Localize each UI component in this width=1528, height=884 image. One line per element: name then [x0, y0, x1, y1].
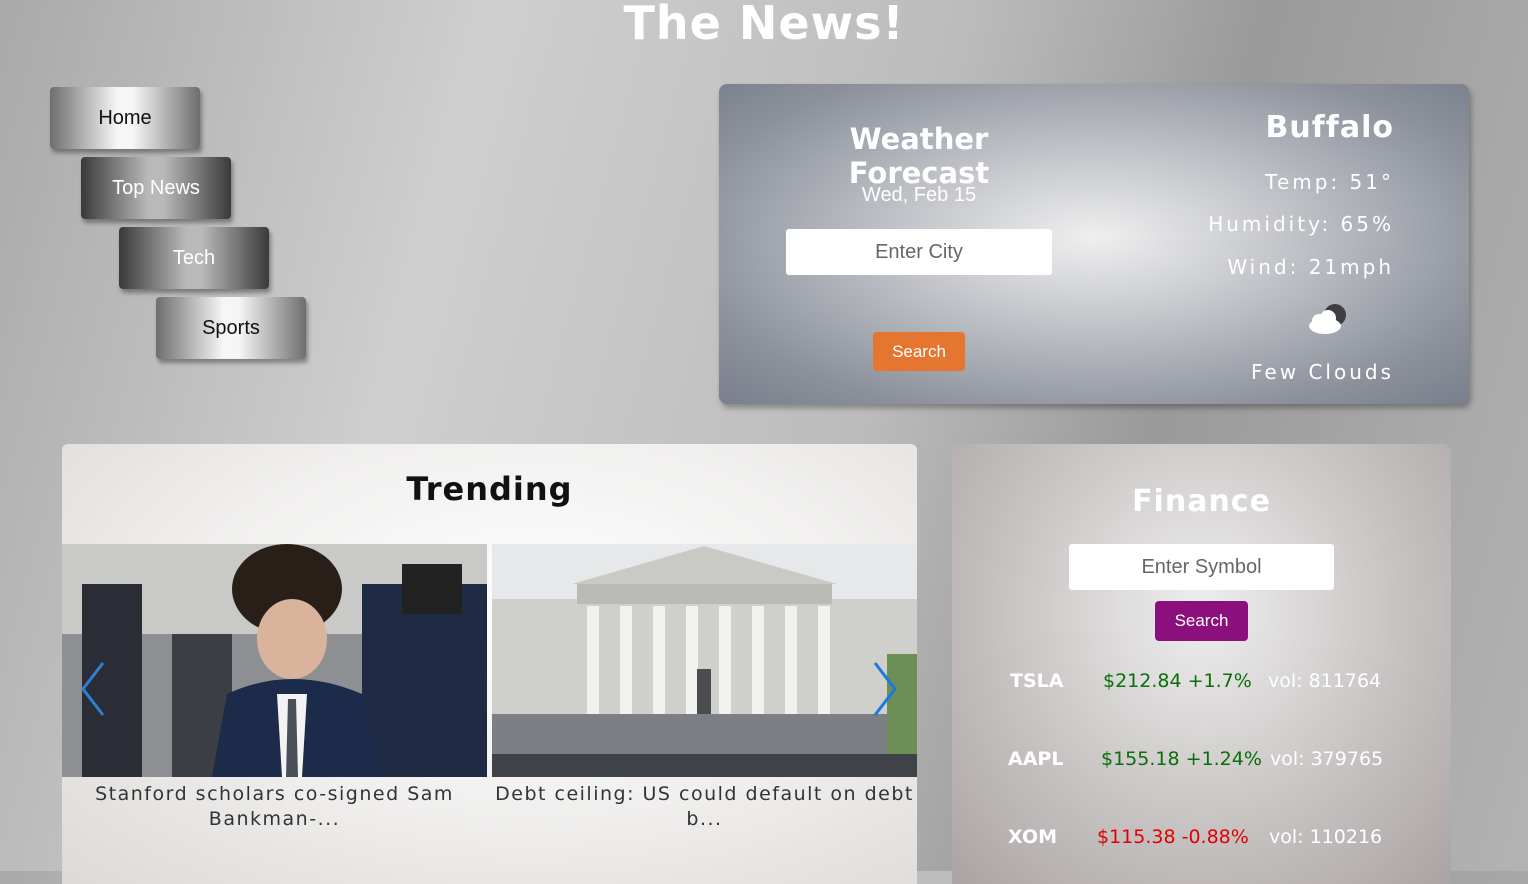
finance-title: Finance — [1132, 484, 1271, 519]
weather-title: Weather Forecast — [848, 122, 990, 190]
weather-date: Wed, Feb 15 — [861, 184, 977, 206]
nav-top-news-label: Top News — [112, 176, 200, 199]
news-caption-1[interactable]: Stanford scholars co-signed Sam Bankman-… — [62, 782, 487, 832]
weather-temp: Temp: 51° — [1265, 170, 1394, 194]
weather-widget: Weather Forecast Wed, Feb 15 Search Buff… — [719, 84, 1469, 404]
stock-change: $212.84 +1.7% — [1103, 670, 1252, 692]
finance-search-button[interactable]: Search — [1155, 601, 1248, 641]
stock-volume: vol: 811764 — [1268, 670, 1382, 692]
stock-symbol: AAPL — [1008, 748, 1064, 770]
stock-row: XOM $115.38 -0.88% vol: 110216 — [952, 826, 1451, 856]
city-input[interactable] — [786, 229, 1052, 275]
stock-change: $115.38 -0.88% — [1097, 826, 1249, 848]
chevron-right-icon[interactable] — [870, 659, 900, 719]
trending-section: Trending Stanford scholars co-signed Sam… — [62, 444, 917, 884]
site-title: The News! — [623, 0, 905, 50]
weather-wind: Wind: 21mph — [1227, 255, 1394, 279]
stock-row: TSLA $212.84 +1.7% vol: 811764 — [952, 670, 1451, 700]
news-image-2[interactable] — [492, 544, 917, 777]
nav-tech[interactable]: Tech — [119, 227, 269, 289]
stock-volume: vol: 379765 — [1270, 748, 1384, 770]
nav-tech-label: Tech — [172, 246, 216, 269]
nav-sports[interactable]: Sports — [156, 297, 306, 359]
weather-city: Buffalo — [1265, 110, 1394, 145]
finance-widget: Finance Search TSLA $212.84 +1.7% vol: 8… — [952, 444, 1451, 884]
weather-search-button[interactable]: Search — [873, 332, 965, 371]
trending-title: Trending — [406, 470, 573, 508]
stock-symbol: XOM — [1008, 826, 1058, 848]
news-caption-2[interactable]: Debt ceiling: US could default on debt b… — [492, 782, 917, 832]
cloud-icon — [1309, 304, 1346, 334]
weather-condition: Few Clouds — [1251, 360, 1394, 384]
nav-sports-label: Sports — [202, 316, 260, 339]
weather-humidity: Humidity: 65% — [1208, 212, 1394, 236]
news-image-1[interactable] — [62, 544, 487, 777]
stock-volume: vol: 110216 — [1269, 826, 1383, 848]
chevron-left-icon[interactable] — [78, 659, 108, 719]
nav-top-news[interactable]: Top News — [81, 157, 231, 219]
symbol-input[interactable] — [1069, 544, 1334, 590]
stock-symbol: TSLA — [1010, 670, 1064, 692]
nav-home-label: Home — [98, 106, 152, 129]
nav-home[interactable]: Home — [50, 87, 200, 149]
stock-row: AAPL $155.18 +1.24% vol: 379765 — [952, 748, 1451, 778]
stock-change: $155.18 +1.24% — [1101, 748, 1262, 770]
